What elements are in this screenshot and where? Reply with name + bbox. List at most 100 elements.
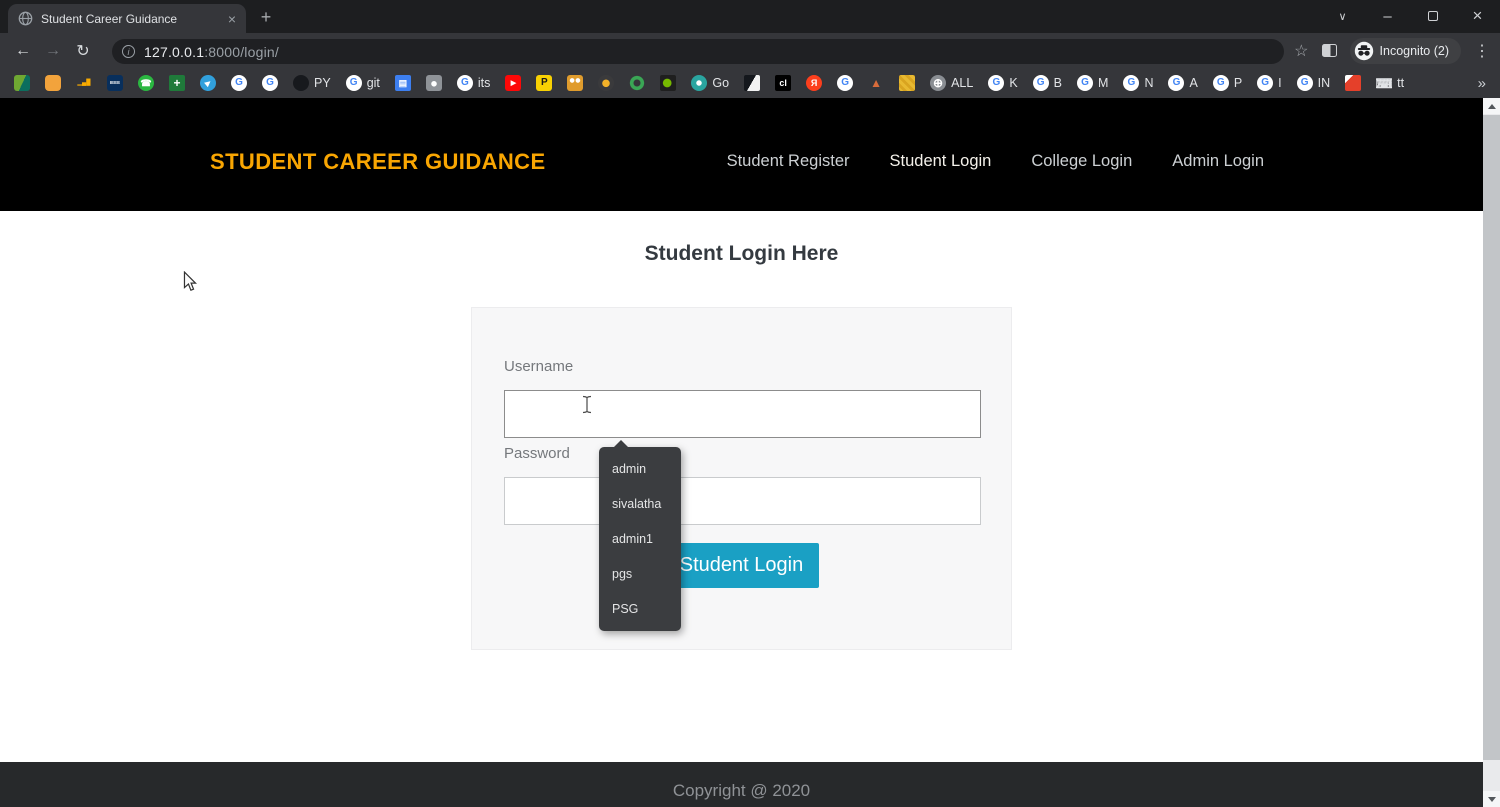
bookmark-item[interactable]: ☎ bbox=[138, 75, 154, 91]
bookmark-item[interactable]: ▶ bbox=[196, 71, 220, 95]
url-host: 127.0.0.1 bbox=[144, 43, 205, 60]
url-path: :8000/login/ bbox=[204, 43, 279, 60]
nav-student-register[interactable]: Student Register bbox=[727, 152, 850, 171]
url-text[interactable]: 127.0.0.1:8000/login/ bbox=[144, 44, 279, 60]
green-ring-icon bbox=[629, 75, 646, 91]
new-tab-button[interactable]: + bbox=[254, 5, 278, 29]
site-brand[interactable]: STUDENT CAREER GUIDANCE bbox=[210, 149, 546, 175]
window-close-button[interactable]: × bbox=[1455, 0, 1500, 32]
bookmark-item[interactable]: G N bbox=[1123, 75, 1153, 91]
bookmark-item[interactable] bbox=[629, 75, 646, 91]
bookmark-item[interactable]: ⊕ ALL bbox=[930, 75, 973, 91]
tab-search-chevron-icon[interactable]: ∨ bbox=[1320, 0, 1365, 32]
autocomplete-option[interactable]: PSG bbox=[599, 592, 681, 627]
scroll-down-arrow[interactable] bbox=[1483, 791, 1500, 807]
password-field[interactable] bbox=[504, 477, 981, 525]
nav-admin-login[interactable]: Admin Login bbox=[1172, 152, 1264, 171]
bookmark-item[interactable] bbox=[14, 75, 30, 91]
student-login-button[interactable]: Student Login bbox=[664, 543, 819, 588]
google-icon: G bbox=[345, 75, 362, 91]
side-panel-icon[interactable] bbox=[1321, 44, 1337, 57]
matlab-icon: ▲ bbox=[870, 76, 883, 90]
bookmark-item[interactable]: Я bbox=[806, 75, 823, 91]
maximize-icon bbox=[1427, 11, 1438, 21]
bookmark-item[interactable]: PY bbox=[293, 75, 331, 91]
bookmark-item[interactable]: G bbox=[262, 75, 278, 91]
site-info-icon[interactable]: i bbox=[122, 45, 135, 58]
bookmark-item[interactable]: G git bbox=[345, 75, 380, 91]
google-icon: G bbox=[1296, 75, 1313, 91]
autocomplete-option[interactable]: admin1 bbox=[599, 521, 681, 556]
browser-tab[interactable]: Student Career Guidance × bbox=[8, 4, 246, 33]
bookmark-item[interactable] bbox=[744, 75, 761, 91]
camera-icon bbox=[425, 75, 442, 91]
bookmark-label: B bbox=[1053, 76, 1063, 90]
bookmark-item[interactable]: ▶ bbox=[505, 75, 522, 91]
address-bar[interactable]: i 127.0.0.1:8000/login/ bbox=[112, 39, 1284, 64]
nav-college-login[interactable]: College Login bbox=[1031, 152, 1132, 171]
site-footer: Copyright @ 2020 bbox=[0, 762, 1483, 807]
scrollbar-thumb[interactable] bbox=[1483, 115, 1500, 760]
bookmark-label: PY bbox=[314, 76, 331, 90]
bookmark-item[interactable]: IEEE bbox=[107, 75, 123, 91]
bookmark-item[interactable]: G B bbox=[1032, 75, 1063, 91]
autocomplete-option[interactable]: sivalatha bbox=[599, 486, 681, 521]
back-icon[interactable]: ← bbox=[8, 42, 38, 60]
bookmark-item[interactable] bbox=[1345, 75, 1362, 91]
bookmark-item[interactable]: ⌨ tt bbox=[1376, 75, 1404, 91]
tab-close-icon[interactable]: × bbox=[228, 12, 236, 26]
bookmark-item[interactable]: G P bbox=[1212, 75, 1242, 91]
bookmark-item[interactable] bbox=[567, 75, 584, 91]
bookmark-item[interactable]: G I bbox=[1257, 75, 1282, 91]
incognito-spy-icon bbox=[1354, 41, 1373, 60]
reload-icon[interactable]: ↻ bbox=[68, 41, 98, 61]
bookmarks-overflow-chevron[interactable]: » bbox=[1478, 75, 1486, 92]
username-field[interactable] bbox=[504, 390, 981, 438]
window-minimize-button[interactable]: – bbox=[1365, 0, 1410, 32]
bookmark-label: git bbox=[366, 76, 380, 90]
bookmark-item[interactable]: ▤ bbox=[394, 75, 411, 91]
typewriter-icon: ⌨ bbox=[1376, 75, 1393, 91]
bookmark-item[interactable]: + bbox=[169, 75, 185, 91]
bookmark-item[interactable]: G A bbox=[1168, 75, 1198, 91]
bookmark-item[interactable] bbox=[660, 75, 677, 91]
scroll-up-arrow[interactable] bbox=[1483, 98, 1500, 114]
analytics-bars-icon: ▁▄█ bbox=[77, 80, 91, 86]
bookmark-item[interactable]: P bbox=[536, 75, 553, 91]
blue-frame-icon: ▤ bbox=[394, 75, 411, 91]
bookmark-item[interactable]: G IN bbox=[1296, 75, 1330, 91]
up-triangle-icon bbox=[1487, 103, 1496, 109]
bookmark-item[interactable] bbox=[598, 75, 615, 91]
bookmark-item[interactable] bbox=[899, 75, 916, 91]
google-icon: G bbox=[1212, 75, 1229, 91]
bookmark-item[interactable]: G K bbox=[988, 75, 1018, 91]
cart-icon bbox=[598, 75, 615, 91]
down-triangle-icon bbox=[1487, 796, 1496, 802]
bookmark-label: I bbox=[1278, 76, 1282, 90]
autocomplete-option[interactable]: pgs bbox=[599, 557, 681, 592]
toolbar-right-cluster: ☆ Incognito (2) ⋮ bbox=[1294, 33, 1490, 68]
bookmark-item[interactable]: G its bbox=[456, 75, 490, 91]
autocomplete-option[interactable]: admin bbox=[599, 451, 681, 486]
username-autocomplete-dropdown: admin sivalatha admin1 pgs PSG bbox=[599, 440, 681, 631]
forward-icon[interactable]: → bbox=[38, 42, 68, 60]
login-card: Username Password Student Login bbox=[471, 307, 1012, 650]
bookmark-item[interactable] bbox=[425, 75, 442, 91]
bookmark-item[interactable]: Go bbox=[691, 75, 729, 91]
window-maximize-button[interactable] bbox=[1410, 0, 1455, 32]
browser-menu-icon[interactable]: ⋮ bbox=[1474, 41, 1490, 61]
google-icon: G bbox=[262, 75, 278, 91]
bookmark-item[interactable]: G bbox=[231, 75, 247, 91]
bookmark-star-icon[interactable]: ☆ bbox=[1294, 41, 1308, 61]
bookmark-item[interactable]: G bbox=[837, 75, 854, 91]
tab-title: Student Career Guidance bbox=[41, 11, 178, 26]
bookmark-item[interactable]: G M bbox=[1077, 75, 1108, 91]
bookmark-item[interactable] bbox=[45, 75, 61, 91]
nav-student-login[interactable]: Student Login bbox=[890, 152, 992, 171]
bookmark-item[interactable]: ▲ bbox=[868, 75, 884, 91]
orange-hexagon-icon bbox=[45, 75, 61, 91]
bookmark-item[interactable]: ▁▄█ bbox=[76, 75, 92, 91]
bookmark-item[interactable]: cl bbox=[775, 75, 792, 91]
incognito-badge: Incognito (2) bbox=[1349, 37, 1461, 64]
page-scrollbar[interactable] bbox=[1483, 98, 1500, 807]
